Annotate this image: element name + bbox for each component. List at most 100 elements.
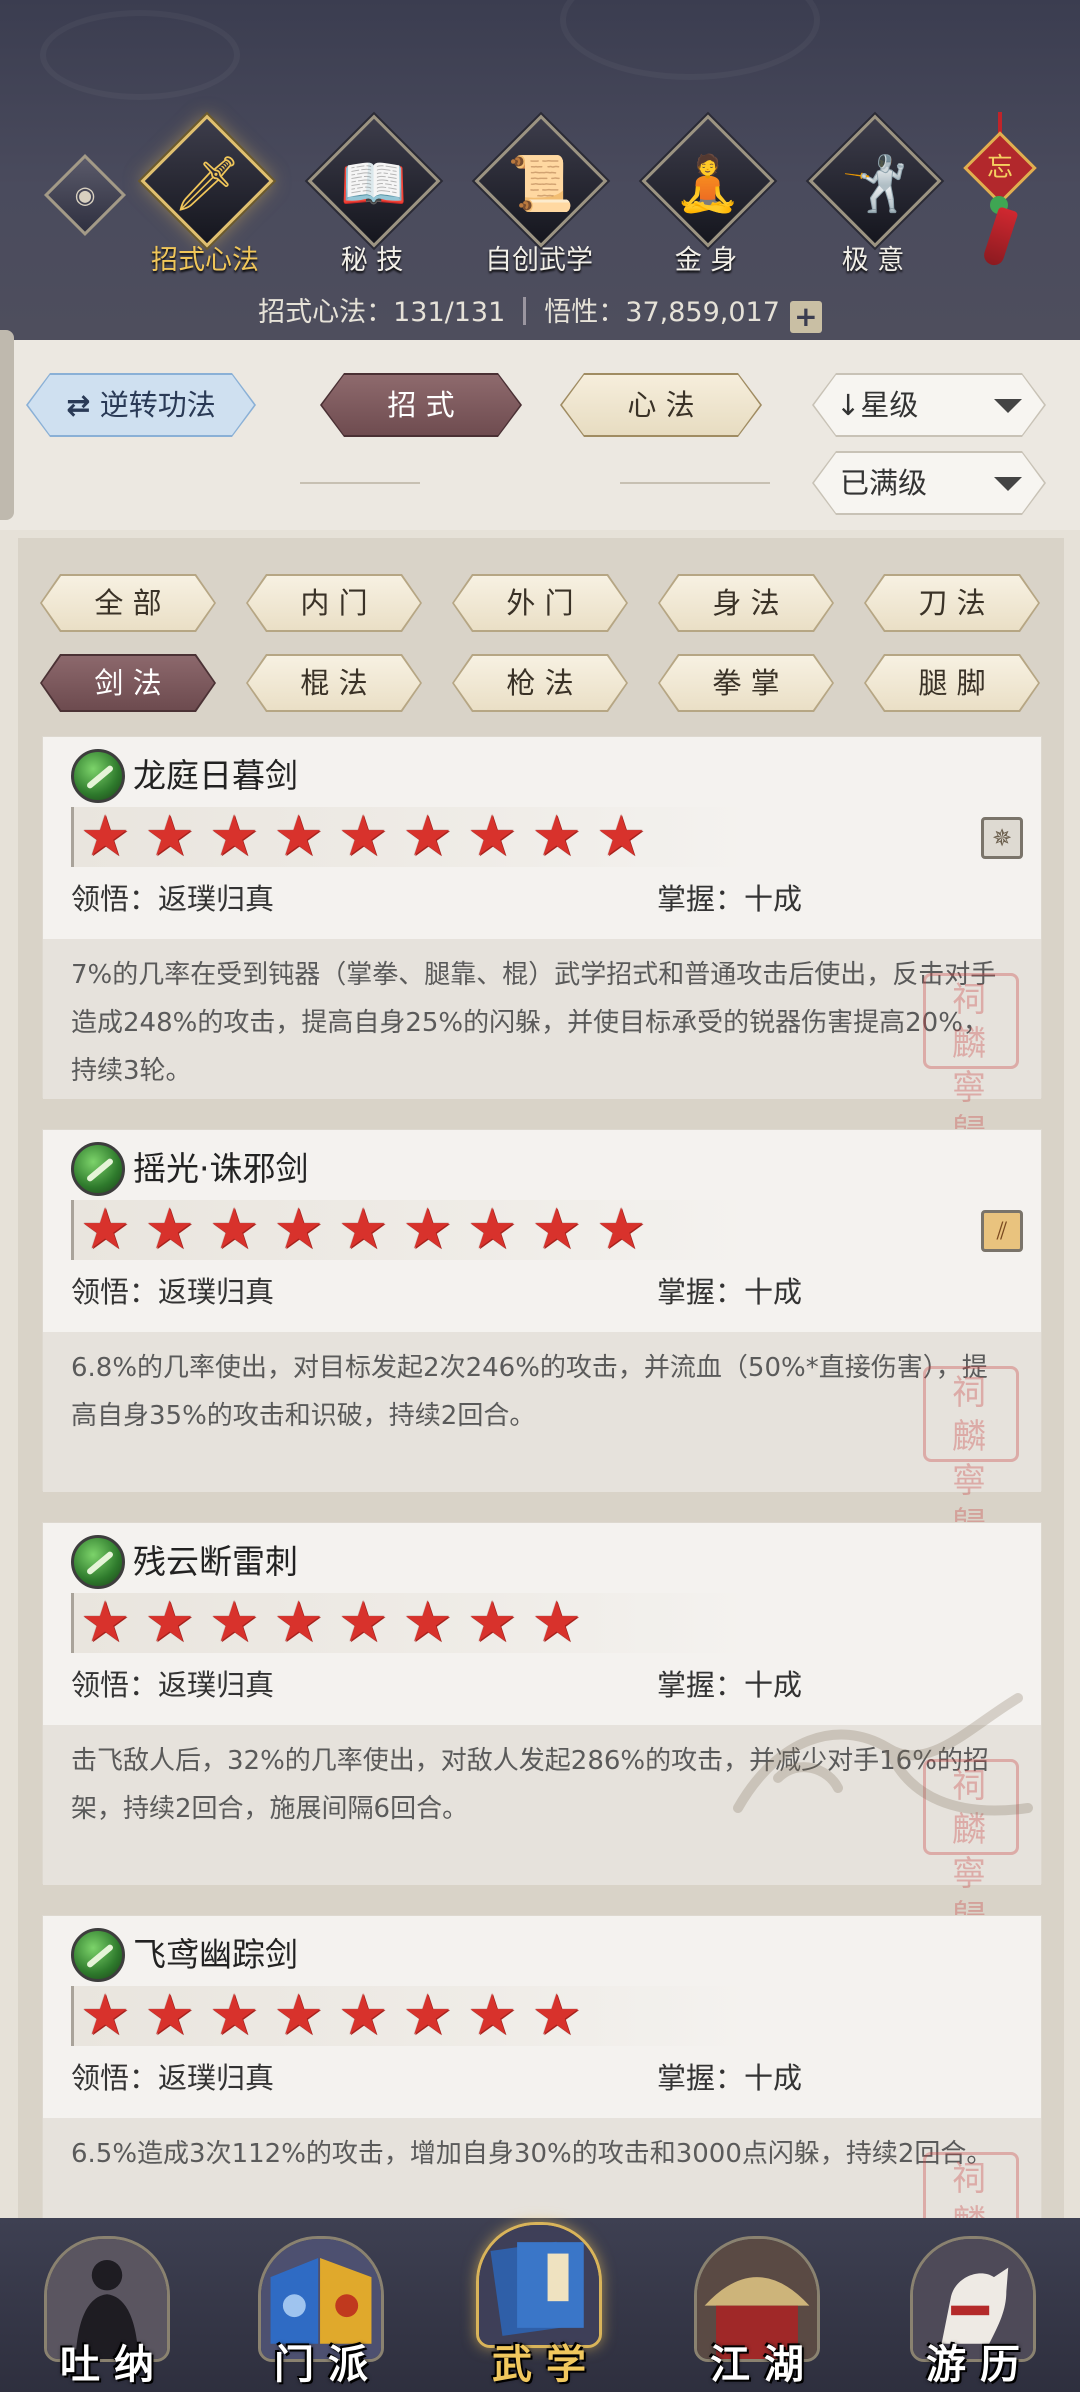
seal-stamp: 祠 麟 寧 歸 (923, 1759, 1019, 1938)
nav-label: 游 历 (926, 2341, 1020, 2388)
star-rating: ★ ★ ★ ★ ★ ★ ★ ★ (71, 1593, 751, 1653)
category-all[interactable]: 全 部 (42, 576, 214, 630)
red-star-icon: ★ (80, 1590, 131, 1655)
red-star-icon: ★ (531, 1197, 582, 1262)
category-blade[interactable]: 刀 法 (866, 576, 1038, 630)
red-star-icon: ★ (596, 1197, 647, 1262)
mastery-level: 掌握：十成 (657, 1668, 803, 1702)
red-star-icon: ★ (402, 1197, 453, 1262)
comprehension-level: 领悟：返璞归真 (71, 882, 275, 916)
red-star-icon: ★ (402, 1983, 453, 2048)
sword-skill-icon (71, 1535, 125, 1589)
level-filter-select[interactable]: 已满级 (814, 453, 1044, 513)
skill-card[interactable]: 龙庭日暮剑 ★ ★ ★ ★ ★ ★ ★ ★ ★ ✵ 领悟：返璞归真 掌握：十成 7%的几率在受到… (42, 736, 1042, 1152)
cloud-decoration (40, 10, 240, 100)
red-star-icon: ★ (273, 1197, 324, 1262)
red-star-icon: ★ (596, 804, 647, 869)
nav-sect[interactable]: 门 派 (246, 2222, 396, 2388)
seal-stamp: 祠 麟 寧 歸 (923, 973, 1019, 1152)
tab-secret-skills[interactable]: 📖 秘 技 (297, 114, 447, 278)
nav-martial-arts[interactable]: 武 学 (464, 2222, 614, 2388)
comprehension-level: 领悟：返璞归真 (71, 1275, 275, 1309)
add-insight-button[interactable]: + (789, 301, 822, 333)
category-sword[interactable]: 剑 法 (42, 656, 214, 710)
chevron-down-icon (994, 399, 1022, 413)
moves-subtab[interactable]: 招 式 (322, 375, 520, 435)
red-star-icon: ★ (338, 1590, 389, 1655)
red-star-icon: ★ (273, 1590, 324, 1655)
tab-moves-heart[interactable]: 🗡 招式心法 (130, 114, 280, 278)
nav-label: 武 学 (492, 2341, 586, 2388)
category-leg[interactable]: 腿 脚 (866, 656, 1038, 710)
comprehension-level: 领悟：返璞归真 (71, 2061, 275, 2095)
side-drawer-handle[interactable] (0, 330, 14, 520)
category-movement[interactable]: 身 法 (660, 576, 832, 630)
red-star-icon: ★ (273, 1983, 324, 2048)
red-star-icon: ★ (467, 1983, 518, 2048)
red-star-icon: ★ (467, 804, 518, 869)
skill-name: 飞鸢幽踪剑 (133, 1935, 298, 1974)
nav-breathing[interactable]: 吐 纳 (32, 2222, 182, 2388)
level-filter-label: 已满级 (840, 466, 928, 500)
bottom-navigation: 吐 纳 门 派 武 学 江 湖 游 历 (0, 2218, 1080, 2392)
sword-skill-icon (71, 1928, 125, 1982)
red-star-icon: ★ (209, 1590, 260, 1655)
heart-subtab[interactable]: 心 法 (562, 375, 760, 435)
sort-label: 星级 (860, 388, 919, 422)
slash-icon[interactable]: ⫽ (981, 1210, 1023, 1252)
stats-divider (523, 297, 527, 325)
red-star-icon: ★ (80, 804, 131, 869)
nav-jianghu[interactable]: 江 湖 (682, 2222, 832, 2388)
seal-stamp: 祠 麟 寧 歸 (923, 1366, 1019, 1545)
star-rating: ★ ★ ★ ★ ★ ★ ★ ★ ★ (71, 807, 751, 867)
insight-value: 悟性：37,859,017 (544, 297, 780, 328)
skill-card[interactable]: 摇光·诛邪剑 ★ ★ ★ ★ ★ ★ ★ ★ ★ ⫽ 领悟：返璞归真 掌握：十成 6.8%的几率… (42, 1129, 1042, 1545)
reverse-label: 逆转功法 (99, 388, 216, 422)
skill-description: 7%的几率在受到钝器（掌拳、腿靠、棍）武学招式和普通攻击后使出，反击对手造成24… (43, 939, 1041, 1099)
book-icon: 📖 (340, 152, 408, 215)
knot-tassel (981, 206, 1019, 268)
skill-description: 6.8%的几率使出，对目标发起2次246%的攻击，并流血（50%*直接伤害），提… (43, 1332, 1041, 1492)
red-star-icon: ★ (80, 1983, 131, 2048)
red-star-icon: ★ (144, 804, 195, 869)
skill-name: 残云断雷刺 (133, 1542, 298, 1581)
red-star-icon: ★ (402, 804, 453, 869)
red-star-icon: ★ (144, 1197, 195, 1262)
mastery-level: 掌握：十成 (657, 882, 803, 916)
sort-select[interactable]: ↓星级 (814, 375, 1044, 435)
category-outer[interactable]: 外 门 (454, 576, 626, 630)
red-star-icon: ★ (209, 1197, 260, 1262)
knot-character: 忘 (986, 153, 1013, 183)
category-inner[interactable]: 内 门 (248, 576, 420, 630)
category-spear[interactable]: 枪 法 (454, 656, 626, 710)
red-star-icon: ★ (402, 1590, 453, 1655)
tab-golden-body[interactable]: 🧘 金 身 (631, 114, 781, 278)
red-star-icon: ★ (209, 804, 260, 869)
nav-travel[interactable]: 游 历 (898, 2222, 1048, 2388)
chinese-knot-button[interactable]: 忘 (960, 112, 1040, 272)
sword-skill-icon (71, 1142, 125, 1196)
mastery-level: 掌握：十成 (657, 1275, 803, 1309)
red-star-icon: ★ (144, 1983, 195, 2048)
category-fist[interactable]: 拳 掌 (660, 656, 832, 710)
skill-card[interactable]: 飞鸢幽踪剑 ★ ★ ★ ★ ★ ★ ★ ★ 领悟：返璞归真 掌握：十成 6.5%造成3次112… (42, 1915, 1042, 2218)
tab-self-created[interactable]: 📜 自创武学 (464, 114, 614, 278)
skill-name: 龙庭日暮剑 (133, 756, 298, 795)
eye-toggle-button[interactable]: ◉ (43, 153, 127, 237)
red-star-icon: ★ (467, 1590, 518, 1655)
divider-swirl (620, 482, 770, 484)
tab-label: 金 身 (674, 245, 738, 276)
skill-card[interactable]: 残云断雷刺 ★ ★ ★ ★ ★ ★ ★ ★ 领悟：返璞归真 掌握：十成 击飞敌人后，32%的几… (42, 1522, 1042, 1938)
nav-frame (476, 2222, 602, 2348)
meditation-icon: 🧘 (674, 152, 742, 215)
mastery-level: 掌握：十成 (657, 2061, 803, 2095)
seal-stamp: 祠 麟 寧 歸 (923, 2152, 1019, 2218)
category-staff[interactable]: 棍 法 (248, 656, 420, 710)
reverse-technique-button[interactable]: ⇄ 逆转功法 (28, 375, 254, 435)
moves-count: 招式心法：131/131 (258, 297, 506, 328)
sword-icon: 🗡 (172, 152, 242, 215)
tab-ultimate[interactable]: 🤺 极 意 (798, 114, 948, 278)
red-star-icon: ★ (338, 1197, 389, 1262)
compass-icon[interactable]: ✵ (981, 817, 1023, 859)
eye-icon: ◉ (74, 181, 96, 209)
